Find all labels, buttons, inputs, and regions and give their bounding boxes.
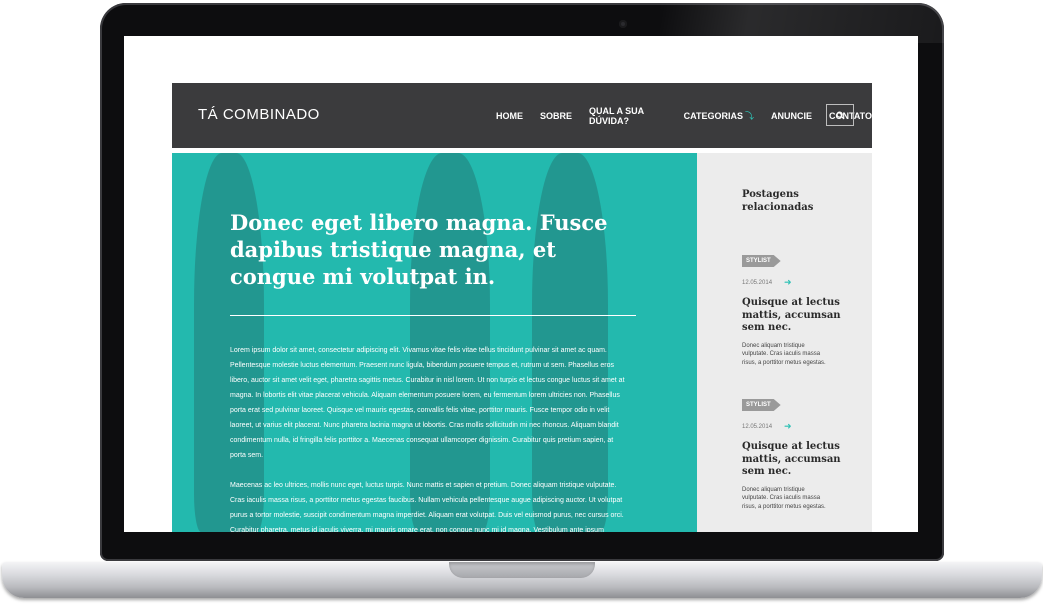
article-hero: Donec eget libero magna. Fusce dapibus t… (172, 153, 697, 532)
post-excerpt: Donec aliquam tristique vulputate. Cras … (742, 342, 826, 366)
chevron-down-icon: ⤵ (744, 111, 754, 121)
title-divider (230, 315, 636, 316)
laptop-screen: TÁ COMBINADO HOME SOBRE QUAL A SUA DÚVID… (124, 36, 918, 532)
nav-categorias-label[interactable]: CATEGORIAS (684, 111, 743, 121)
category-tag[interactable]: STYLIST (742, 255, 781, 267)
site-header: TÁ COMBINADO HOME SOBRE QUAL A SUA DÚVID… (172, 83, 872, 148)
search-icon (835, 110, 844, 119)
sidebar-title: Postagens relacionadas (742, 189, 814, 213)
article-paragraph: Maecenas ac leo ultrices, mollis nunc eg… (230, 482, 624, 532)
nav-categorias[interactable]: CATEGORIAS ⤵ (684, 109, 754, 122)
post-meta: 12.05.2014 ➜ (742, 421, 852, 432)
category-tag[interactable]: STYLIST (742, 399, 781, 411)
related-post[interactable]: STYLIST 12.05.2014 ➜ Quisque at lectus m… (742, 249, 852, 367)
post-excerpt: Donec aliquam tristique vulputate. Cras … (742, 486, 826, 510)
post-title[interactable]: Quisque at lectus mattis, accumsan sem n… (742, 441, 852, 479)
related-posts-sidebar: Postagens relacionadas STYLIST 12.05.201… (697, 153, 872, 532)
nav-home[interactable]: HOME (496, 111, 523, 121)
article-paragraph: Lorem ipsum dolor sit amet, consectetur … (230, 347, 625, 459)
nav-sobre[interactable]: SOBRE (540, 111, 572, 121)
main-nav: HOME SOBRE QUAL A SUA DÚVIDA? CATEGORIAS… (496, 83, 872, 148)
arrow-right-icon[interactable]: ➜ (784, 277, 792, 288)
nav-anuncie[interactable]: ANUNCIE (771, 111, 812, 121)
laptop-lid-notch (449, 562, 595, 578)
related-post[interactable]: STYLIST 12.05.2014 ➜ Quisque at lectus m… (742, 393, 852, 511)
post-date: 12.05.2014 (742, 279, 773, 286)
post-date: 12.05.2014 (742, 423, 773, 430)
article-title: Donec eget libero magna. Fusce dapibus t… (230, 210, 608, 289)
search-button[interactable] (826, 104, 854, 126)
post-meta: 12.05.2014 ➜ (742, 277, 852, 288)
arrow-right-icon[interactable]: ➜ (784, 421, 792, 432)
article-body: Lorem ipsum dolor sit amet, consectetur … (230, 343, 630, 532)
nav-qual-a-sua-duvida[interactable]: QUAL A SUA DÚVIDA? (589, 106, 667, 126)
post-title[interactable]: Quisque at lectus mattis, accumsan sem n… (742, 297, 852, 335)
site-logo[interactable]: TÁ COMBINADO (198, 106, 320, 123)
webcam-icon (619, 20, 627, 28)
